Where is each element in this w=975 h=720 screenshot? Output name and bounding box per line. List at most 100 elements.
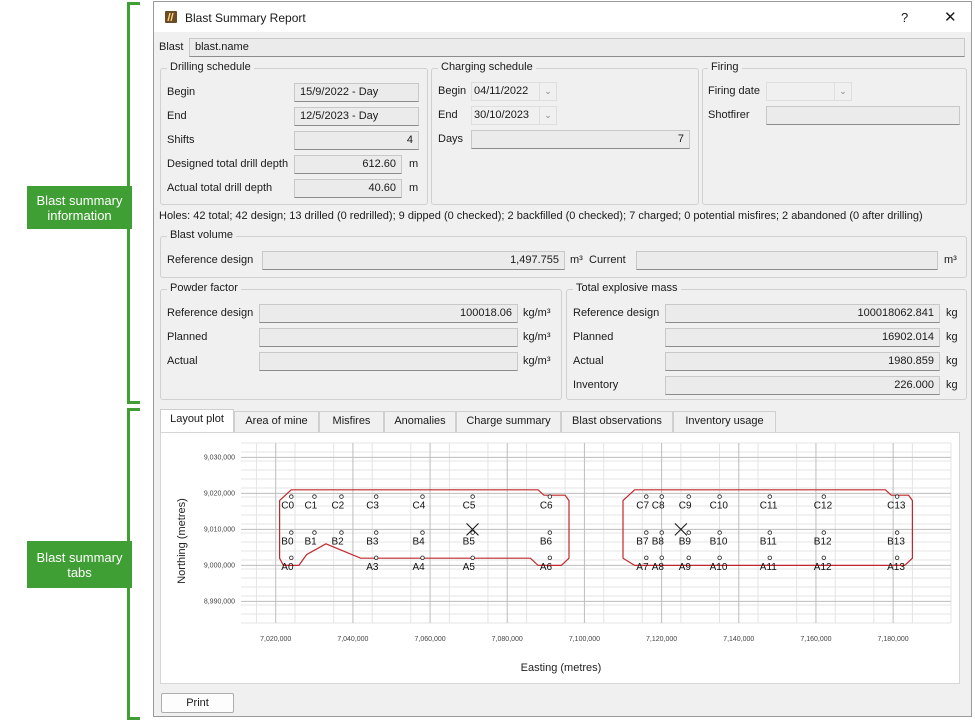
volume-current-field[interactable]	[636, 251, 938, 270]
hole-label: C3	[366, 501, 379, 512]
pf-planned-field[interactable]	[259, 328, 518, 347]
x-tick-label: 7,180,000	[878, 636, 909, 643]
volume-reference-field[interactable]: 1,497.755	[262, 251, 565, 270]
blast-app-icon	[165, 11, 177, 23]
hole-label: A7	[636, 562, 649, 573]
mass-planned-field[interactable]: 16902.014	[665, 328, 940, 347]
hole-marker	[373, 494, 379, 499]
volume-reference-unit: m³	[570, 254, 583, 266]
window-title: Blast Summary Report	[185, 11, 306, 25]
pf-actual-field[interactable]	[259, 352, 518, 371]
hole-label: B13	[887, 537, 905, 548]
pf-planned-label: Planned	[167, 331, 208, 343]
days-label: Days	[438, 133, 464, 145]
shifts-label: Shifts	[167, 134, 195, 146]
pf-actual-unit: kg/m³	[523, 355, 551, 367]
pf-reference-field[interactable]: 100018.06	[259, 304, 518, 323]
tab-layout-plot[interactable]: Layout plot	[160, 409, 234, 433]
drilling-end-field[interactable]: 12/5/2023 - Day	[294, 107, 419, 126]
hole-label: C11	[760, 501, 778, 512]
hole-label: B0	[281, 537, 294, 548]
mass-reference-unit: kg	[946, 307, 958, 319]
chevron-down-icon[interactable]: ⌄	[539, 83, 556, 100]
designed-depth-field[interactable]: 612.60	[294, 155, 402, 174]
hole-label: A13	[887, 562, 905, 573]
close-button[interactable]: ✕	[944, 8, 957, 26]
chevron-down-icon[interactable]: ⌄	[539, 107, 556, 124]
mass-actual-field[interactable]: 1980.859	[665, 352, 940, 371]
holes-summary: Holes: 42 total; 42 design; 13 drilled (…	[159, 210, 923, 222]
hole-marker	[821, 494, 827, 499]
hole-label: A3	[366, 562, 379, 573]
tab-area-of-mine[interactable]: Area of mine	[234, 411, 319, 432]
y-tick-label: 9,010,000	[204, 526, 235, 533]
hole-label: C4	[413, 501, 426, 512]
shifts-field[interactable]: 4	[294, 131, 419, 150]
hole-marker	[312, 530, 317, 535]
print-button[interactable]: Print	[161, 693, 234, 713]
pf-planned-unit: kg/m³	[523, 331, 551, 343]
hole-marker	[470, 555, 475, 560]
hole-label: B3	[366, 537, 379, 548]
hole-label: B6	[540, 537, 553, 548]
tab-anomalies[interactable]: Anomalies	[384, 411, 456, 432]
hole-marker	[289, 494, 294, 499]
actual-depth-field[interactable]: 40.60	[294, 179, 402, 198]
hole-marker	[717, 530, 722, 535]
layout-plot-chart[interactable]: 7,020,000 7,040,000 7,060,000 7,080,000 7,10…	[161, 433, 959, 683]
mass-reference-field[interactable]: 100018062.841	[665, 304, 940, 323]
mass-actual-label: Actual	[573, 355, 604, 367]
hole-label: C9	[679, 501, 692, 512]
tab-inventory-usage[interactable]: Inventory usage	[673, 411, 776, 432]
tab-charge-summary[interactable]: Charge summary	[456, 411, 561, 432]
x-tick-label: 7,140,000	[723, 636, 754, 643]
hole-label: B5	[463, 537, 476, 548]
hole-marker	[659, 530, 664, 535]
help-button[interactable]: ?	[901, 10, 908, 25]
shotfirer-field[interactable]	[766, 106, 960, 125]
hole-marker	[644, 555, 649, 560]
hole-marker	[894, 530, 900, 535]
x-tick-label: 7,100,000	[569, 636, 600, 643]
hole-label: C13	[887, 501, 906, 512]
hole-label: C0	[281, 501, 294, 512]
hole-marker	[339, 530, 344, 535]
hole-marker	[767, 555, 772, 560]
firing-date-select[interactable]: ⌄	[766, 82, 852, 101]
hole-marker	[289, 555, 294, 560]
mass-reference-label: Reference design	[573, 307, 660, 319]
layout-plot-panel: 7,020,000 7,040,000 7,060,000 7,080,000 7,10…	[160, 432, 960, 684]
hole-label: C12	[814, 501, 833, 512]
tab-misfires[interactable]: Misfires	[319, 411, 384, 432]
tab-blast-observations[interactable]: Blast observations	[561, 411, 673, 432]
hole-label: B12	[814, 537, 832, 548]
title-bar: Blast Summary Report ? ✕	[154, 2, 971, 32]
hole-marker	[659, 494, 664, 499]
charging-end-date[interactable]: 30/10/2023 ⌄	[471, 106, 557, 125]
volume-reference-label: Reference design	[167, 254, 254, 266]
charging-begin-value: 04/11/2022	[474, 85, 529, 97]
hole-label: A12	[814, 562, 832, 573]
charging-begin-date[interactable]: 04/11/2022 ⌄	[471, 82, 557, 101]
hole-marker	[470, 494, 475, 499]
charging-end-value: 30/10/2023	[474, 109, 530, 121]
explosive-mass-title: Total explosive mass	[573, 282, 681, 294]
y-tick-label: 8,990,000	[204, 598, 235, 605]
days-field[interactable]: 7	[471, 130, 690, 149]
blast-name-field[interactable]: blast.name	[189, 38, 965, 57]
hole-label: A5	[463, 562, 476, 573]
firing-date-label: Firing date	[708, 85, 760, 97]
x-tick-label: 7,080,000	[492, 636, 523, 643]
hole-label: B4	[413, 537, 426, 548]
hole-marker	[339, 494, 344, 499]
hole-marker	[717, 555, 722, 560]
hole-label: A6	[540, 562, 553, 573]
hole-marker	[821, 530, 827, 535]
hole-marker	[289, 530, 294, 535]
hole-marker	[644, 530, 649, 535]
hole-label: C2	[331, 501, 344, 512]
drilling-begin-field[interactable]: 15/9/2022 - Day	[294, 83, 419, 102]
chevron-down-icon[interactable]: ⌄	[834, 83, 851, 100]
mass-inventory-field[interactable]: 226.000	[665, 376, 940, 395]
hole-label: B11	[760, 537, 777, 548]
